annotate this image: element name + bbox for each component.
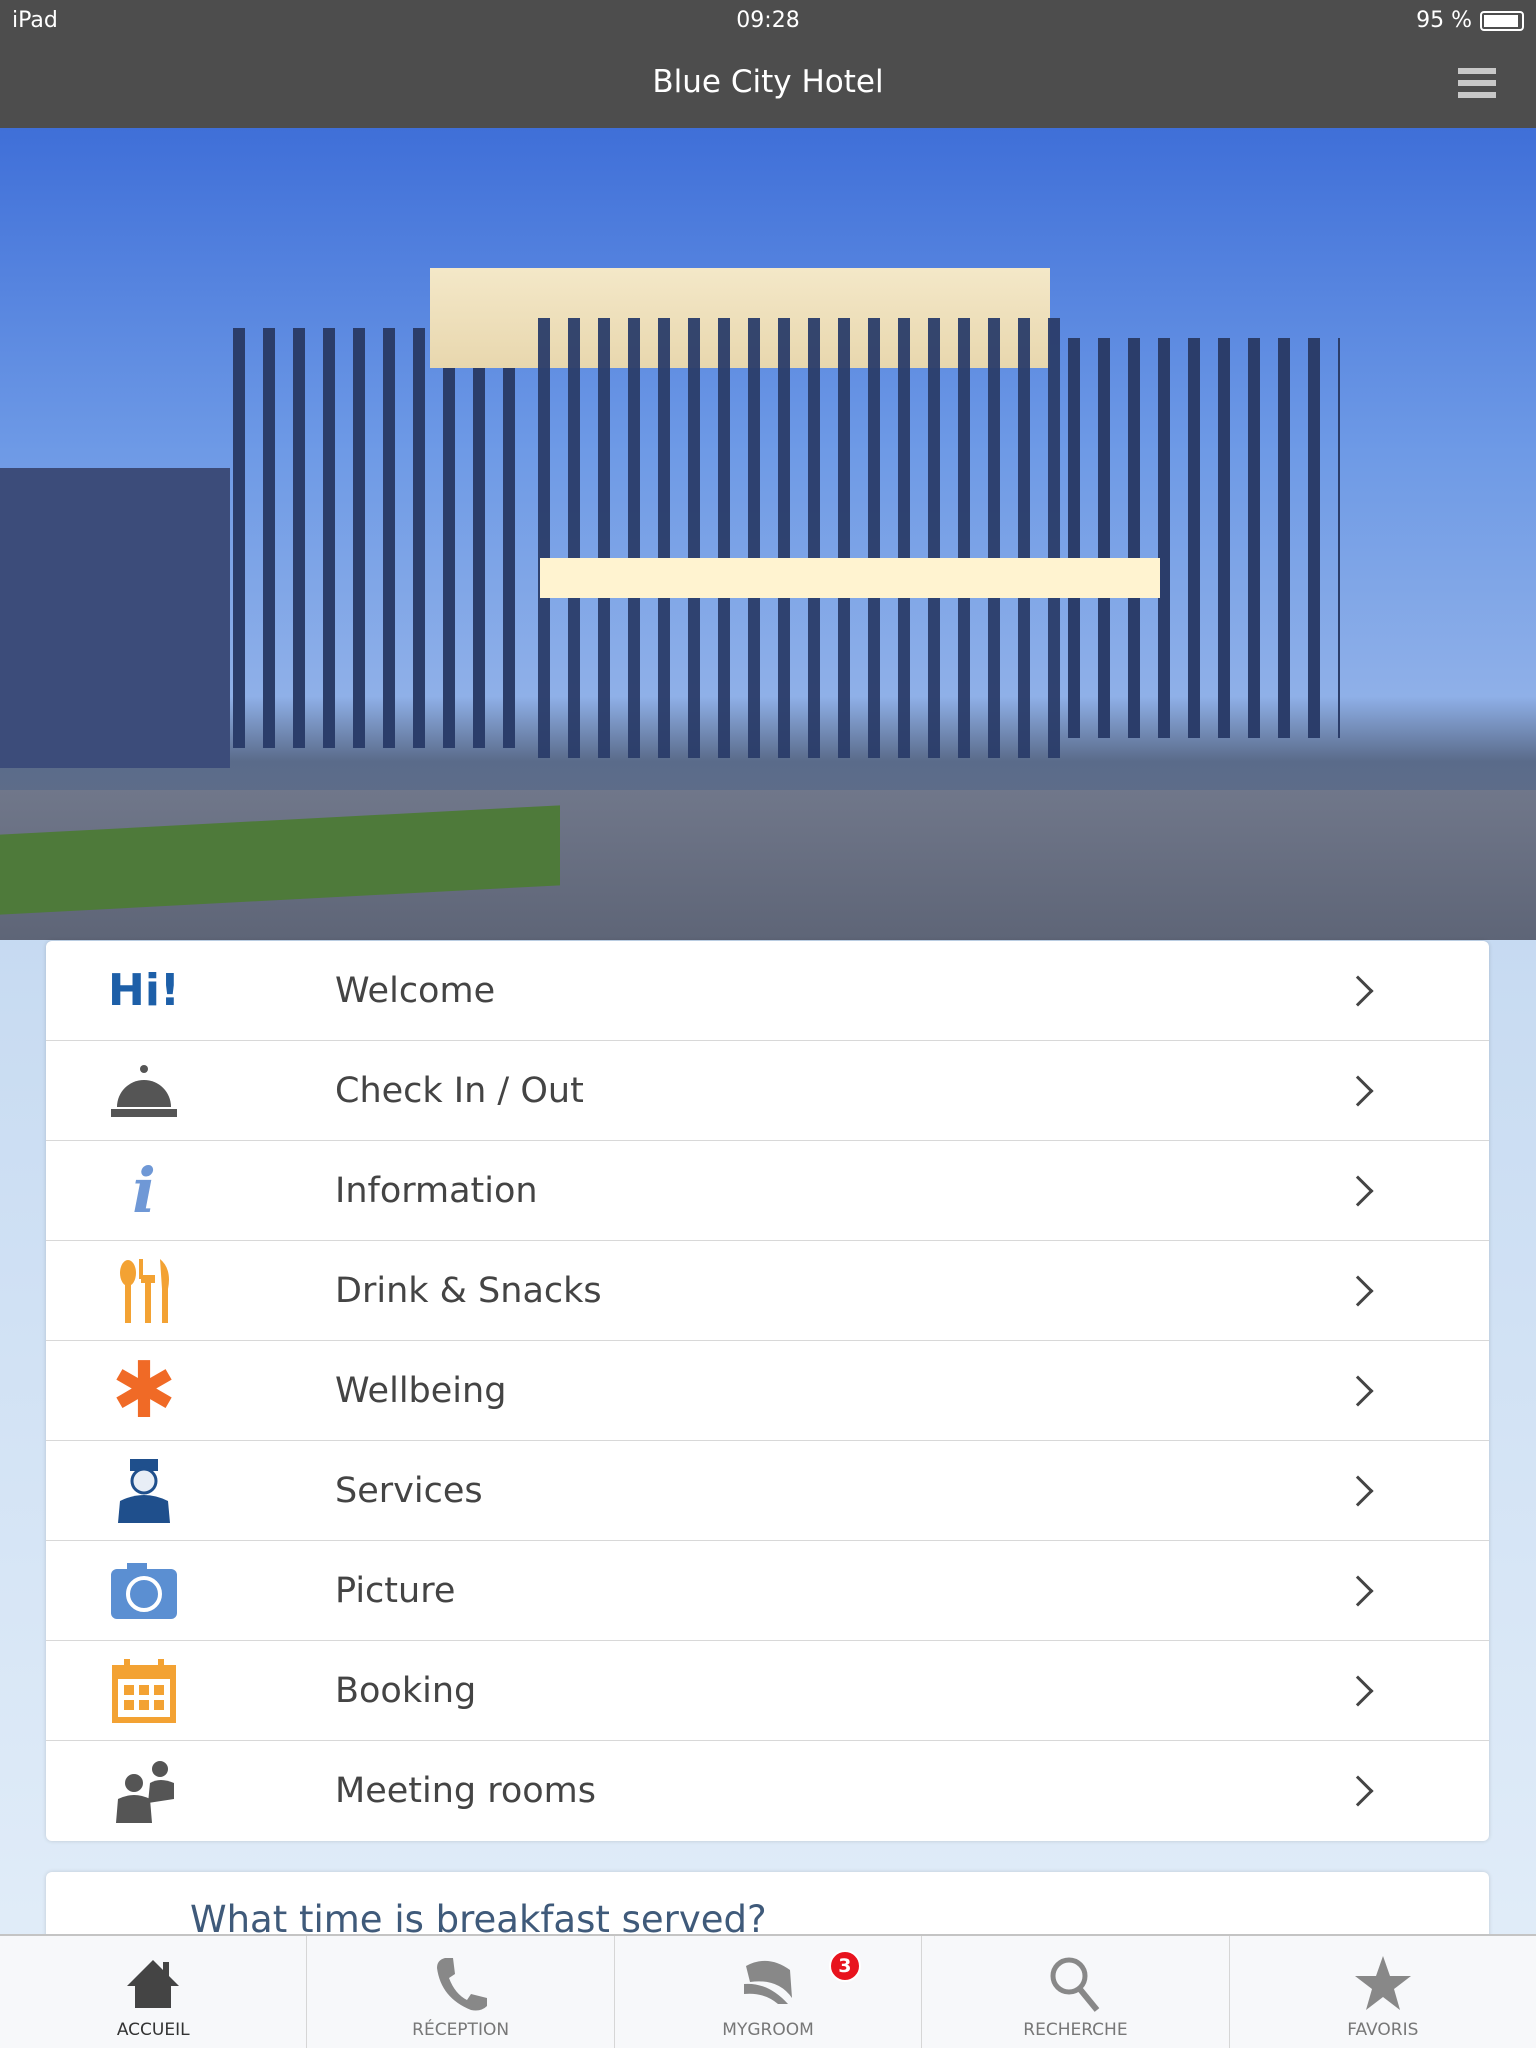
menu-item-label: Picture <box>335 1570 456 1611</box>
menu-item-check-in-out[interactable]: Check In / Out <box>46 1041 1489 1141</box>
page-title: Blue City Hotel <box>652 64 884 100</box>
hi-icon: Hi! <box>108 965 180 1016</box>
chevron-right-icon <box>1342 1775 1374 1807</box>
tab-reception[interactable]: RÉCEPTION <box>307 1936 615 2048</box>
chevron-right-icon <box>1342 1274 1374 1307</box>
menu-item-booking[interactable]: Booking <box>46 1641 1489 1741</box>
menu-item-information[interactable]: i Information <box>46 1141 1489 1241</box>
menu-item-label: Services <box>335 1470 483 1511</box>
menu-item-label: Wellbeing <box>335 1370 507 1411</box>
calendar-icon <box>110 1657 178 1725</box>
clock: 09:28 <box>736 8 800 33</box>
menu-item-wellbeing[interactable]: ✱ Wellbeing <box>46 1341 1489 1441</box>
menu-item-label: Booking <box>335 1670 477 1711</box>
menu-item-welcome[interactable]: Hi! Welcome <box>46 941 1489 1041</box>
menu-item-label: Check In / Out <box>335 1070 584 1111</box>
nav-bar: Blue City Hotel <box>0 42 1536 128</box>
menu-item-services[interactable]: Services <box>46 1441 1489 1541</box>
chevron-right-icon <box>1342 974 1374 1007</box>
phone-icon <box>436 1958 487 2011</box>
tab-accueil[interactable]: ACCUEIL <box>0 1936 308 2048</box>
battery-percent: 95 % <box>1416 8 1472 33</box>
bellboy-icon <box>110 1457 178 1525</box>
menu-item-drink-snacks[interactable]: Drink & Snacks <box>46 1241 1489 1341</box>
hamburger-icon[interactable] <box>1458 68 1496 98</box>
status-bar: iPad 09:28 95 % <box>0 0 1536 42</box>
menu-item-label: Meeting rooms <box>335 1771 597 1811</box>
camera-icon <box>110 1557 178 1625</box>
tab-favoris[interactable]: FAVORIS <box>1230 1936 1536 2048</box>
chevron-right-icon <box>1342 1374 1374 1407</box>
battery-icon <box>1480 10 1524 31</box>
chevron-right-icon <box>1342 1574 1374 1607</box>
tab-label: RÉCEPTION <box>412 2020 510 2040</box>
menu-item-label: Information <box>335 1170 538 1211</box>
home-icon <box>127 1960 180 2008</box>
menu-item-label: Welcome <box>335 970 496 1011</box>
chevron-right-icon <box>1342 1474 1374 1507</box>
flower-icon: ✱ <box>111 1345 177 1436</box>
info-icon: i <box>132 1154 156 1227</box>
menu-item-picture[interactable]: Picture <box>46 1541 1489 1641</box>
mygroom-icon <box>744 1960 793 2004</box>
tab-label: RECHERCHE <box>1023 2020 1128 2040</box>
tab-label: ACCUEIL <box>116 2020 190 2040</box>
search-icon <box>1050 1957 1100 2012</box>
tab-bar: ACCUEIL RÉCEPTION 3 MYGROOM RECHERCHE FA… <box>0 1934 1536 2048</box>
star-icon <box>1354 1956 1411 2010</box>
tab-mygroom[interactable]: 3 MYGROOM <box>615 1936 923 2048</box>
tab-recherche[interactable]: RECHERCHE <box>922 1936 1230 2048</box>
people-icon <box>110 1757 178 1825</box>
menu-item-label: Drink & Snacks <box>335 1270 602 1311</box>
tab-label: FAVORIS <box>1347 2020 1419 2040</box>
notification-badge: 3 <box>828 1950 861 1982</box>
cutlery-icon <box>110 1257 178 1325</box>
chevron-right-icon <box>1342 1174 1374 1207</box>
main-menu: Hi! Welcome Check In / Out i Information… <box>46 941 1489 1841</box>
chevron-right-icon <box>1342 1074 1374 1107</box>
reception-bell-icon <box>110 1057 178 1125</box>
chevron-right-icon <box>1342 1674 1374 1707</box>
hotel-hero-image <box>0 128 1536 940</box>
menu-item-meeting-rooms[interactable]: Meeting rooms <box>46 1741 1489 1841</box>
tab-label: MYGROOM <box>722 2020 814 2040</box>
